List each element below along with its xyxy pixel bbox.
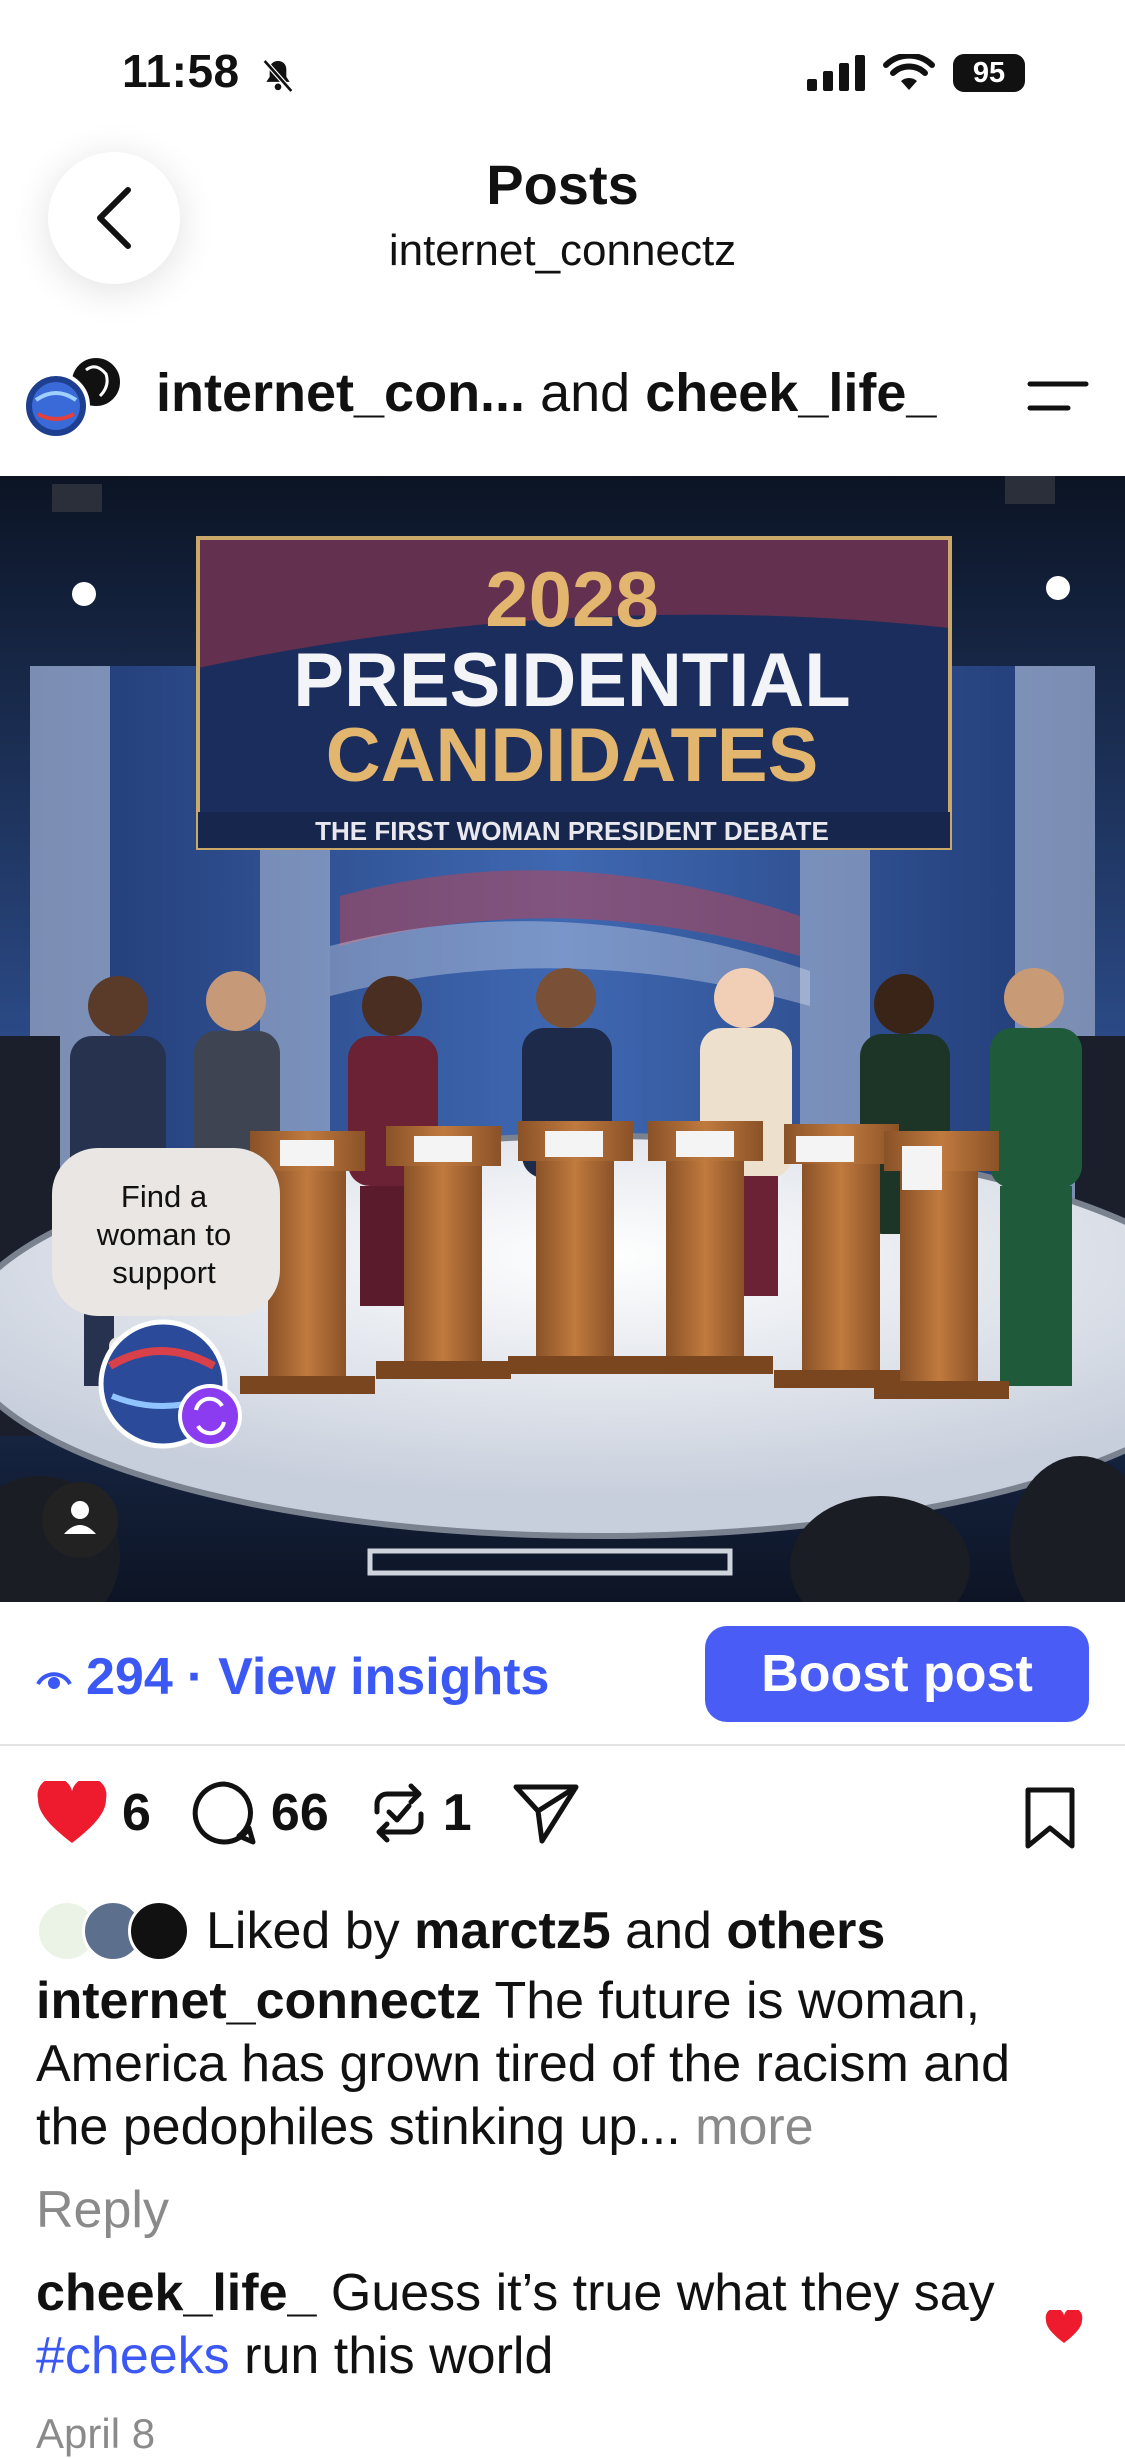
insights-separator: · xyxy=(186,1648,205,1706)
divider xyxy=(0,1744,1125,1746)
author-primary[interactable]: internet_con... xyxy=(156,363,525,423)
banner-year: 2028 xyxy=(485,555,659,643)
author-avatars[interactable] xyxy=(20,350,124,440)
wifi-icon xyxy=(883,54,935,90)
like-count: 6 xyxy=(122,1784,151,1842)
share-button[interactable] xyxy=(512,1781,580,1845)
comment-user[interactable]: cheek_life_ xyxy=(36,2264,316,2322)
user-tag-icon[interactable] xyxy=(42,1482,118,1558)
more-link[interactable]: more xyxy=(695,2098,813,2156)
banner-line1: PRESIDENTIAL xyxy=(293,638,850,723)
comment-hashtag[interactable]: #cheeks xyxy=(36,2327,230,2385)
bell-slash-icon xyxy=(262,59,294,93)
send-icon xyxy=(513,1784,579,1844)
caption-user[interactable]: internet_connectz xyxy=(36,1972,481,2030)
status-icons: 95 xyxy=(807,54,1025,92)
views-count: 294 xyxy=(86,1648,173,1706)
post-date: April 8 xyxy=(36,2410,156,2457)
post-image[interactable]: 2028 PRESIDENTIAL CANDIDATES THE FIRST W… xyxy=(0,476,1125,1602)
heart-filled-icon xyxy=(37,1781,107,1843)
comment-count: 66 xyxy=(270,1784,329,1842)
liked-by-join: and xyxy=(625,1902,712,1960)
repost-button[interactable]: 1 xyxy=(369,1782,472,1844)
menu-icon[interactable] xyxy=(1026,378,1090,414)
insights-row[interactable]: 294 · View insights xyxy=(36,1640,549,1714)
like-button[interactable]: 6 xyxy=(36,1781,151,1845)
liked-by-user[interactable]: marctz5 xyxy=(414,1902,611,1960)
top-comment: cheek_life_ Guess it’s true what they sa… xyxy=(36,2262,1016,2388)
battery-icon: 95 xyxy=(953,54,1025,92)
sticker-line1: Find a xyxy=(121,1179,208,1214)
bookmark-icon[interactable] xyxy=(1022,1786,1078,1850)
author-secondary[interactable]: cheek_life_ xyxy=(645,363,936,423)
post-actions: 6 66 1 xyxy=(36,1780,620,1846)
page-subtitle[interactable]: internet_connectz xyxy=(0,226,1125,276)
repost-count: 1 xyxy=(442,1784,472,1842)
view-insights-link[interactable]: View insights xyxy=(218,1647,549,1707)
signal-icon xyxy=(807,55,865,91)
sticker-line2: woman to xyxy=(96,1217,231,1252)
post-caption: internet_connectz The future is woman, A… xyxy=(36,1970,1096,2159)
banner-tagline: THE FIRST WOMAN PRESIDENT DEBATE xyxy=(315,816,829,846)
comment-text-before: Guess it’s true what they say xyxy=(330,2264,995,2322)
liked-by-others[interactable]: others xyxy=(726,1902,885,1960)
author-join: and xyxy=(540,363,631,423)
reply-link[interactable]: Reply xyxy=(36,2180,169,2240)
comment-like-icon[interactable] xyxy=(1044,2310,1084,2344)
eye-icon xyxy=(36,1672,72,1689)
liked-by-prefix: Liked by xyxy=(206,1902,400,1960)
sticker-line3: support xyxy=(112,1255,216,1290)
status-time: 11:58 xyxy=(122,45,240,97)
comment-button[interactable]: 66 xyxy=(191,1780,329,1846)
liked-by-row[interactable]: Liked by marctz5 and others xyxy=(36,1900,885,1962)
liker-avatars xyxy=(36,1900,190,1962)
comment-icon xyxy=(192,1781,256,1845)
repost-icon xyxy=(374,1783,424,1843)
page-title: Posts xyxy=(486,153,639,216)
comment-text-after: run this world xyxy=(244,2327,554,2385)
boost-post-button[interactable]: Boost post xyxy=(705,1626,1089,1722)
post-authors[interactable]: internet_con... and cheek_life_ xyxy=(156,362,936,424)
banner-line2: CANDIDATES xyxy=(326,713,819,798)
